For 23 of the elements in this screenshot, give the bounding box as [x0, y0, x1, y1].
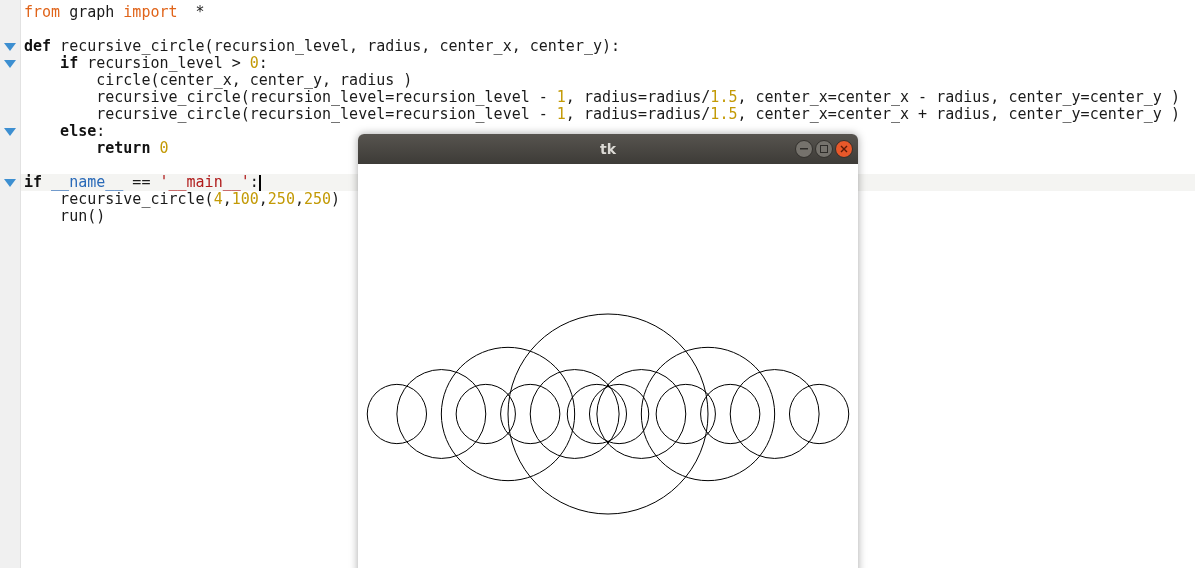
close-button[interactable] — [835, 140, 853, 158]
text-cursor — [258, 174, 261, 191]
code-line: if recursion_level > 0: — [59, 55, 268, 72]
close-icon — [840, 145, 848, 153]
maximize-button[interactable] — [815, 140, 833, 158]
maximize-icon — [820, 145, 828, 153]
code-line: recursive_circle(recursion_level=recursion_level - 1, radius=radius/1.5, center_x=center_x + radius, center_y=center_y ) — [96, 106, 1180, 123]
code-line: else: — [59, 123, 106, 140]
fold-triangle-icon[interactable] — [4, 59, 16, 68]
code-line: recursive_circle(4,100,250,250) — [60, 191, 341, 208]
code-line: recursive_circle(recursion_level=recursion_level - 1, radius=radius/1.5, center_x=center_x - radius, center_y=center_y ) — [95, 89, 1180, 106]
code-line: from graph import * — [23, 4, 205, 21]
minimize-button[interactable] — [795, 140, 813, 158]
fold-triangle-icon[interactable] — [4, 178, 16, 187]
code-line: def recursive_circle(recursion_level, radius, center_x, center_y): — [23, 38, 621, 55]
minimize-icon — [800, 148, 808, 150]
window-title: tk — [600, 141, 616, 157]
fold-triangle-icon[interactable] — [4, 127, 16, 136]
code-line: if __name__ == '__main__': — [23, 174, 261, 191]
code-line: circle(center_x, center_y, radius ) — [96, 72, 413, 89]
code-line: run() — [59, 208, 106, 225]
code-line: return 0 — [95, 140, 169, 157]
fold-triangle-icon[interactable] — [4, 42, 16, 51]
